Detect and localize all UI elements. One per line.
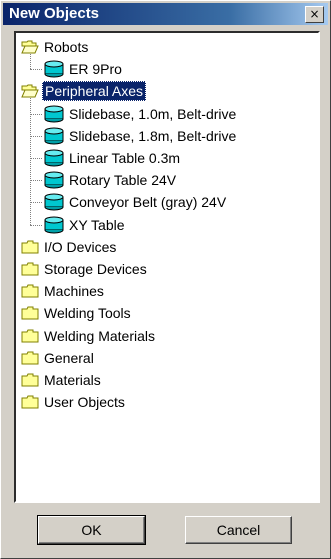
tree-item-label: Materials: [44, 372, 101, 388]
folder-icon: [21, 284, 39, 298]
tree-item-slidebase-1-8m-belt-drive[interactable]: Slidebase, 1.8m, Belt-drive: [43, 126, 238, 146]
close-button[interactable]: ×: [305, 6, 324, 23]
tree-item-label: Storage Devices: [44, 261, 147, 277]
tree-item-label: ER 9Pro: [69, 61, 122, 78]
tree-folder-peripheral-axes[interactable]: Peripheral Axes: [21, 81, 147, 102]
object-cylinder-icon: [44, 127, 64, 145]
tree-item-label: User Objects: [44, 394, 125, 411]
tree-item-label: Welding Tools: [44, 305, 131, 322]
folder-icon: [21, 329, 39, 343]
tree-folder-storage-devices[interactable]: Storage Devices: [21, 259, 149, 279]
tree-folder-welding-materials[interactable]: Welding Materials: [21, 326, 157, 346]
tree-folder-robots[interactable]: Robots: [21, 37, 90, 57]
new-objects-dialog: New Objects × Robots ER 9Pro Peripheral Ax…: [0, 0, 331, 559]
tree-folder-general[interactable]: General: [21, 348, 96, 368]
tree-item-label: Linear Table 0.3m: [69, 150, 181, 166]
tree-folder-user-objects[interactable]: User Objects: [21, 392, 127, 412]
cancel-button[interactable]: Cancel: [185, 516, 292, 544]
tree-item-label: Robots: [44, 39, 89, 55]
folder-open-icon: [21, 40, 39, 54]
folder-icon: [21, 395, 39, 409]
tree-item-label: Rotary Table 24V: [69, 172, 177, 189]
tree-item-linear-table-0-3m[interactable]: Linear Table 0.3m: [43, 148, 182, 168]
object-cylinder-icon: [44, 193, 64, 211]
tree-item-label: Slidebase, 1.0m, Belt-drive: [69, 105, 237, 122]
object-cylinder-icon: [44, 60, 64, 78]
ok-button[interactable]: OK: [37, 515, 146, 545]
tree-item-label: I/O Devices: [44, 238, 117, 255]
folder-open-icon: [21, 84, 39, 98]
tree-item-conveyor-belt-gray-24v[interactable]: Conveyor Belt (gray) 24V: [43, 192, 228, 212]
tree-item-er-9pro[interactable]: ER 9Pro: [43, 59, 124, 79]
tree-folder-machines[interactable]: Machines: [21, 281, 106, 301]
tree-item-xy-table[interactable]: XY Table: [43, 215, 127, 235]
tree-folder-materials[interactable]: Materials: [21, 370, 103, 390]
tree-item-label: Welding Materials: [44, 327, 156, 344]
tree-item-rotary-table-24v[interactable]: Rotary Table 24V: [43, 170, 178, 190]
tree-item-label: Machines: [44, 283, 104, 300]
close-icon: ×: [309, 7, 320, 21]
folder-icon: [21, 240, 39, 254]
dialog-title: New Objects: [9, 5, 100, 22]
folder-icon: [21, 351, 39, 365]
tree-item-label: Conveyor Belt (gray) 24V: [69, 194, 227, 211]
title-bar[interactable]: New Objects ×: [3, 3, 328, 25]
folder-icon: [21, 262, 39, 276]
tree-folder-welding-tools[interactable]: Welding Tools: [21, 303, 133, 323]
tree-item-label: Peripheral Axes: [42, 81, 147, 102]
folder-icon: [21, 306, 39, 320]
tree-item-label: XY Table: [69, 216, 125, 233]
object-tree[interactable]: Robots ER 9Pro Peripheral Axes Slidebase, 1…: [14, 31, 320, 503]
object-cylinder-icon: [44, 171, 64, 189]
object-cylinder-icon: [44, 105, 64, 123]
folder-icon: [21, 373, 39, 387]
tree-item-label: Slidebase, 1.8m, Belt-drive: [69, 127, 237, 144]
tree-folder-i-o-devices[interactable]: I/O Devices: [21, 237, 118, 257]
tree-item-label: General: [44, 349, 94, 366]
tree-item-slidebase-1-0m-belt-drive[interactable]: Slidebase, 1.0m, Belt-drive: [43, 104, 238, 124]
object-cylinder-icon: [44, 216, 64, 234]
object-cylinder-icon: [44, 149, 64, 167]
